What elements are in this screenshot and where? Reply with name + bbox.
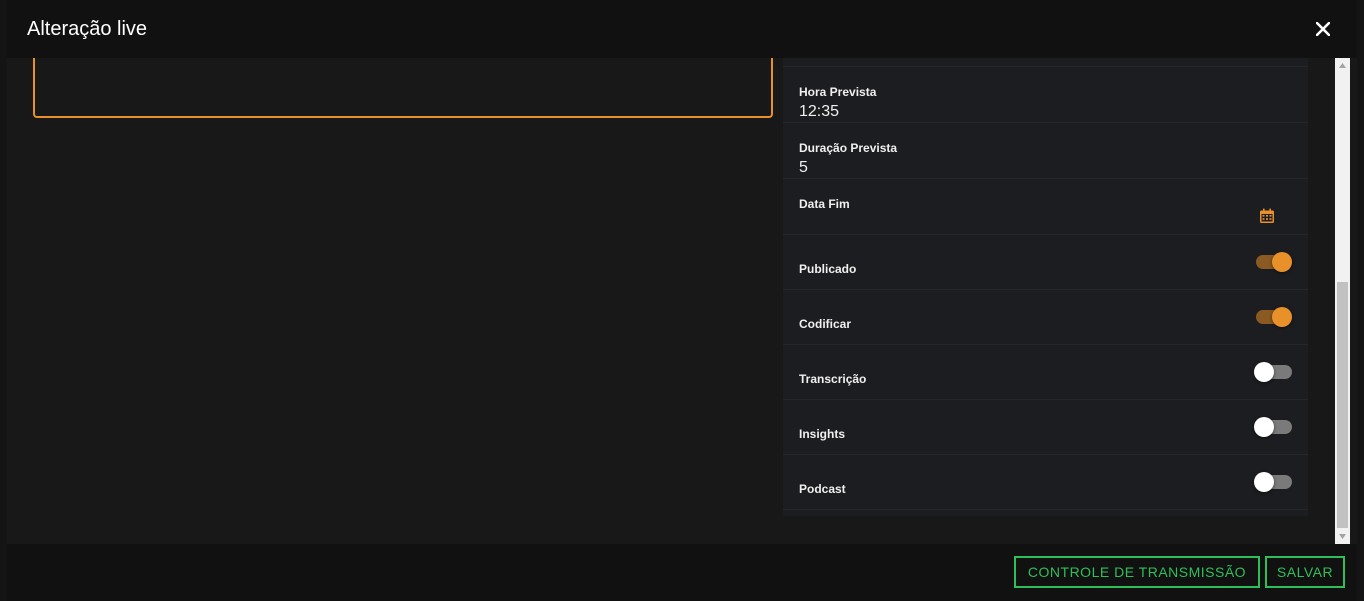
modal-title: Alteração live (27, 17, 148, 40)
triangle-down-icon (1339, 534, 1346, 539)
field-row-duracao-prevista[interactable]: Duração Prevista 5 (783, 123, 1308, 179)
field-label: Duração Prevista (799, 141, 898, 155)
field-value[interactable]: 5 (799, 159, 808, 177)
publicado-toggle[interactable] (1256, 250, 1292, 272)
settings-panel: Hora Prevista 12:35 Duração Prevista 5 D… (783, 58, 1308, 516)
toggle-row-podcast: Podcast (783, 455, 1308, 510)
field-row-data-fim[interactable]: Data Fim (783, 179, 1308, 235)
toggle-row-publicado: Publicado (783, 235, 1308, 290)
toggle-label: Codificar (799, 317, 852, 331)
insights-toggle[interactable] (1254, 415, 1292, 437)
toggle-label: Podcast (799, 482, 846, 496)
transcricao-toggle[interactable] (1254, 360, 1292, 382)
save-button[interactable]: SALVAR (1265, 556, 1345, 588)
scroll-down-arrow[interactable] (1335, 529, 1350, 544)
field-label: Data Fim (799, 197, 850, 211)
toggle-knob (1254, 417, 1274, 437)
row-divider (783, 58, 1308, 67)
vertical-scrollbar[interactable] (1335, 58, 1350, 544)
field-label: Hora Prevista (799, 85, 877, 99)
modal-header: Alteração live (7, 0, 1357, 58)
calendar-icon[interactable] (1259, 208, 1275, 224)
triangle-up-icon (1339, 63, 1346, 68)
close-button[interactable] (1311, 17, 1335, 41)
scrollbar-thumb[interactable] (1337, 282, 1348, 528)
toggle-label: Transcrição (799, 372, 867, 386)
podcast-toggle[interactable] (1254, 470, 1292, 492)
toggle-row-insights: Insights (783, 400, 1308, 455)
description-textarea[interactable] (33, 58, 773, 118)
toggle-row-transcricao: Transcrição (783, 345, 1308, 400)
close-icon (1316, 22, 1330, 36)
broadcast-control-button[interactable]: CONTROLE DE TRANSMISSÃO (1014, 556, 1260, 588)
field-value[interactable]: 12:35 (799, 103, 839, 121)
field-row-hora-prevista[interactable]: Hora Prevista 12:35 (783, 67, 1308, 123)
toggle-label: Publicado (799, 262, 857, 276)
scroll-up-arrow[interactable] (1335, 58, 1350, 73)
edit-live-modal: Alteração live Hora Prevista 12:35 Duraç… (7, 0, 1357, 601)
toggle-label: Insights (799, 427, 846, 441)
modal-content: Hora Prevista 12:35 Duração Prevista 5 D… (7, 58, 1357, 544)
modal-footer: CONTROLE DE TRANSMISSÃO SALVAR (7, 544, 1357, 601)
toggle-knob (1272, 252, 1292, 272)
codificar-toggle[interactable] (1256, 305, 1292, 327)
toggle-knob (1272, 307, 1292, 327)
toggle-knob (1254, 362, 1274, 382)
toggle-knob (1254, 472, 1274, 492)
toggle-row-codificar: Codificar (783, 290, 1308, 345)
